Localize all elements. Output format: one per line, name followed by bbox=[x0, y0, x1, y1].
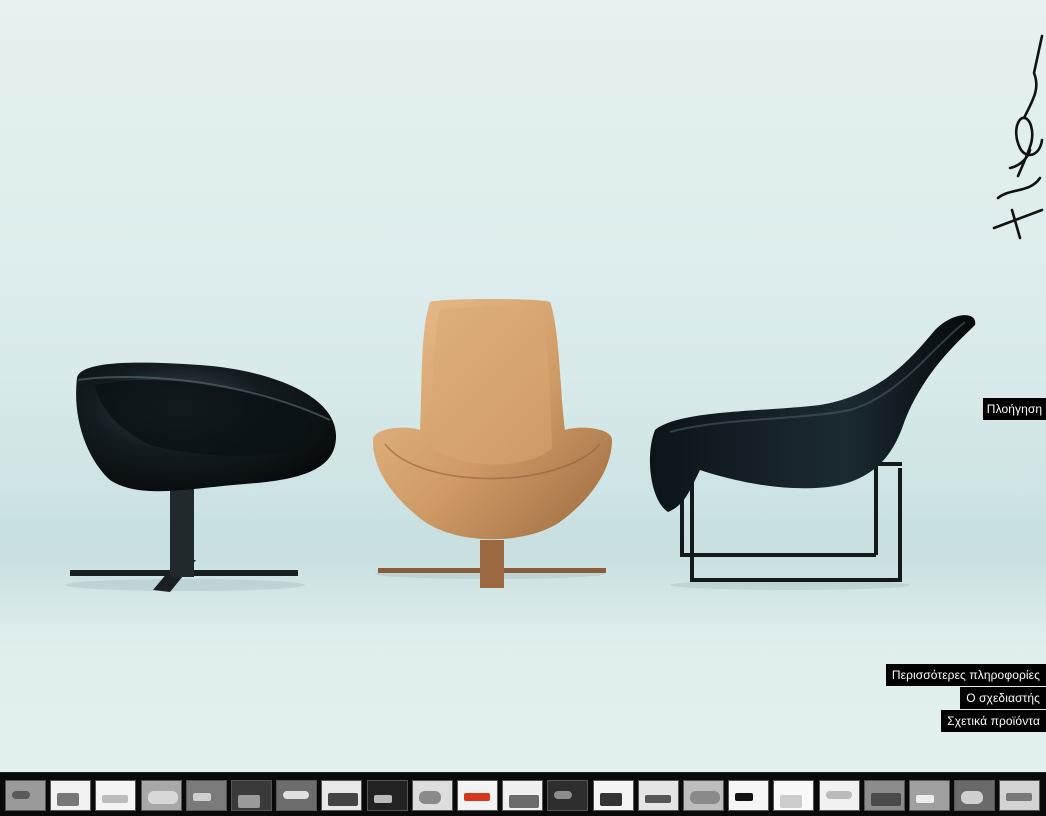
thumb-9[interactable] bbox=[367, 780, 408, 811]
thumb-2[interactable] bbox=[50, 780, 91, 811]
thumb-13[interactable] bbox=[547, 780, 588, 811]
thumbnail-image bbox=[871, 793, 901, 806]
thumbnail-image bbox=[916, 795, 934, 803]
thumb-4[interactable] bbox=[141, 780, 182, 811]
thumb-12[interactable] bbox=[502, 780, 543, 811]
product-stage: Πλοήγηση Περισσότερες πληροφορίες Ο σχεδ… bbox=[0, 0, 1046, 772]
thumb-23[interactable] bbox=[999, 780, 1040, 811]
thumbnail-image bbox=[645, 795, 671, 803]
thumbnail-image bbox=[374, 795, 392, 803]
thumb-1[interactable] bbox=[5, 780, 46, 811]
thumb-7[interactable] bbox=[276, 780, 317, 811]
thumbnail-image bbox=[102, 795, 128, 803]
thumbnail-image bbox=[12, 791, 30, 799]
more-info-button[interactable]: Περισσότερες πληροφορίες bbox=[885, 664, 1046, 686]
thumbnail-image bbox=[1006, 793, 1032, 801]
thumbnail-image bbox=[148, 791, 178, 804]
thumbnail-image bbox=[961, 791, 983, 804]
thumb-8[interactable] bbox=[321, 780, 362, 811]
thumbnail-image bbox=[419, 791, 441, 804]
tan-armchair bbox=[372, 299, 612, 588]
thumb-22[interactable] bbox=[954, 780, 995, 811]
black-lounge-chair bbox=[649, 315, 976, 590]
thumb-15[interactable] bbox=[638, 780, 679, 811]
thumb-3[interactable] bbox=[95, 780, 136, 811]
thumb-16[interactable] bbox=[683, 780, 724, 811]
thumbnail-image bbox=[509, 795, 539, 808]
thumbnail-image bbox=[57, 793, 79, 806]
thumbnail-image bbox=[826, 791, 852, 799]
thumbnail-image bbox=[554, 791, 572, 799]
thumbnail-image bbox=[283, 791, 309, 799]
thumb-17[interactable] bbox=[728, 780, 769, 811]
thumbnail-image bbox=[328, 793, 358, 806]
thumb-10[interactable] bbox=[412, 780, 453, 811]
designer-signature bbox=[992, 34, 1044, 240]
thumb-19[interactable] bbox=[819, 780, 860, 811]
thumbnail-image bbox=[464, 793, 490, 801]
thumb-18[interactable] bbox=[773, 780, 814, 811]
thumbnail-image bbox=[690, 791, 720, 804]
thumb-11[interactable] bbox=[457, 780, 498, 811]
thumbnail-image bbox=[193, 793, 211, 801]
thumb-14[interactable] bbox=[593, 780, 634, 811]
product-photo bbox=[65, 299, 976, 592]
thumbnail-strip bbox=[0, 772, 1046, 816]
thumbnail-image bbox=[780, 795, 802, 808]
thumbnail-image bbox=[600, 793, 622, 806]
thumb-20[interactable] bbox=[864, 780, 905, 811]
thumb-6[interactable] bbox=[231, 780, 272, 811]
black-armchair bbox=[65, 362, 337, 592]
thumbnail-image bbox=[735, 793, 753, 801]
thumb-5[interactable] bbox=[186, 780, 227, 811]
related-products-button[interactable]: Σχετικά προϊόντα bbox=[941, 710, 1046, 732]
thumbnail-image bbox=[238, 795, 260, 808]
navigation-button[interactable]: Πλοήγηση bbox=[983, 398, 1046, 420]
designer-button[interactable]: Ο σχεδιαστής bbox=[960, 687, 1046, 709]
thumb-21[interactable] bbox=[909, 780, 950, 811]
